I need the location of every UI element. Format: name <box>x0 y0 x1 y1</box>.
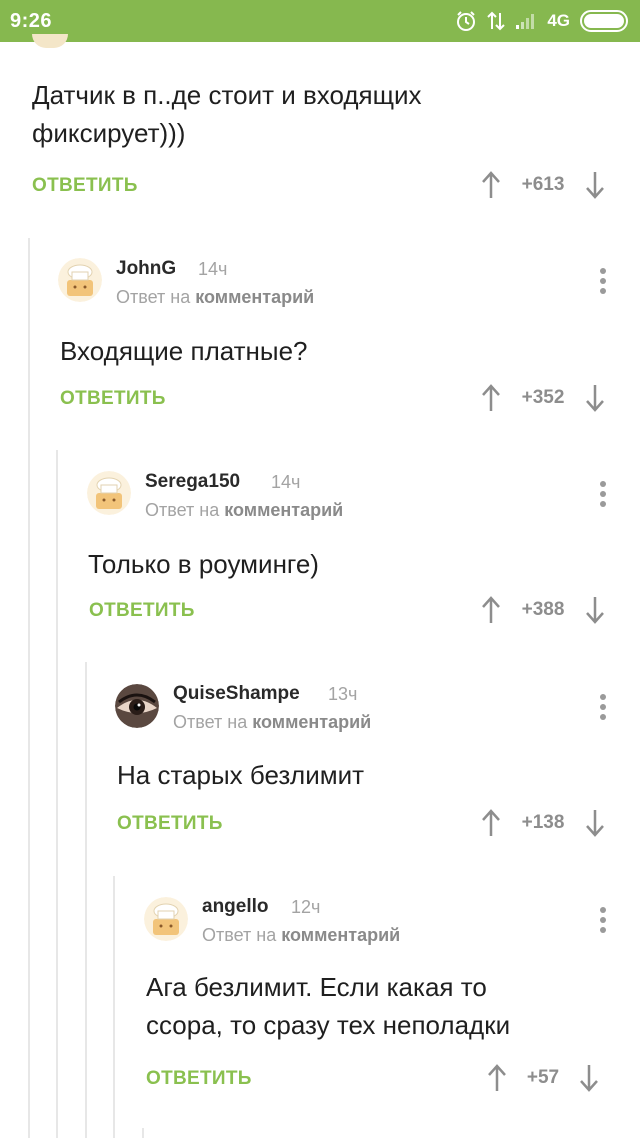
upvote-arrow-icon[interactable] <box>480 383 502 413</box>
downvote-arrow-icon[interactable] <box>584 170 606 200</box>
more-options-icon[interactable] <box>593 479 613 509</box>
alarm-icon <box>455 10 477 32</box>
thread-line <box>85 662 87 1138</box>
reply-button[interactable]: ОТВЕТИТЬ <box>146 1068 252 1090</box>
status-time: 9:26 <box>10 9 53 32</box>
avatar[interactable] <box>32 34 68 48</box>
comment-username[interactable]: JohnG <box>116 258 176 280</box>
downvote-arrow-icon[interactable] <box>584 383 606 413</box>
chef-hat-avatar-icon <box>58 258 102 302</box>
signal-icon <box>515 12 537 30</box>
comment-text: Входящие платные? <box>60 336 308 366</box>
avatar[interactable] <box>115 684 159 728</box>
reply-to-link[interactable]: Ответ на комментарий <box>116 287 314 308</box>
comment-time: 14ч <box>271 472 301 492</box>
downvote-arrow-icon[interactable] <box>578 1063 600 1093</box>
comment-score: +613 <box>521 174 565 195</box>
avatar[interactable] <box>87 471 131 515</box>
comment-text: Ага безлимит. Если какая то ссора, то ср… <box>146 972 511 1040</box>
avatar[interactable] <box>144 897 188 941</box>
thread-line <box>28 238 30 1138</box>
comment-time: 14ч <box>198 259 228 279</box>
avatar[interactable] <box>58 258 102 302</box>
vote-controls: +352 <box>480 383 606 413</box>
vote-controls: +57 <box>486 1063 600 1093</box>
comment-score: +388 <box>521 599 565 620</box>
status-bar: 9:26 4G <box>0 0 640 42</box>
upvote-arrow-icon[interactable] <box>480 808 502 838</box>
downvote-arrow-icon[interactable] <box>584 595 606 625</box>
upvote-arrow-icon[interactable] <box>480 170 502 200</box>
comment-score: +352 <box>521 387 565 408</box>
upvote-arrow-icon[interactable] <box>486 1063 508 1093</box>
data-transfer-icon <box>487 11 506 31</box>
reply-button[interactable]: ОТВЕТИТЬ <box>89 600 195 622</box>
reply-button[interactable]: ОТВЕТИТЬ <box>60 388 166 410</box>
thread-line <box>142 1128 144 1138</box>
reply-to-link[interactable]: Ответ на комментарий <box>173 712 371 733</box>
thread-line <box>113 876 115 1138</box>
network-type: 4G <box>547 11 570 30</box>
comment-username[interactable]: QuiseShampe <box>173 683 300 705</box>
comment-username[interactable]: angello <box>202 896 269 918</box>
reply-button[interactable]: ОТВЕТИТЬ <box>117 813 223 835</box>
eye-photo-avatar-icon <box>115 684 159 728</box>
thread-line <box>56 450 58 1138</box>
comment-score: +57 <box>526 1067 560 1088</box>
vote-controls: +613 <box>480 170 606 200</box>
comment-time: 13ч <box>328 684 358 704</box>
chef-hat-avatar-icon <box>144 897 188 941</box>
comment-time: 12ч <box>291 897 321 917</box>
more-options-icon[interactable] <box>593 266 613 296</box>
chef-hat-avatar-icon <box>87 471 131 515</box>
comment-text: На старых безлимит <box>117 760 365 790</box>
comment-text: Датчик в п..де стоит и входящих фиксируе… <box>32 80 422 148</box>
comment-score: +138 <box>521 812 565 833</box>
reply-to-link[interactable]: Ответ на комментарий <box>202 925 400 946</box>
vote-controls: +388 <box>480 595 606 625</box>
status-icons: 4G <box>455 10 628 32</box>
reply-button[interactable]: ОТВЕТИТЬ <box>32 175 138 197</box>
downvote-arrow-icon[interactable] <box>584 808 606 838</box>
comment-text: Только в роуминге) <box>88 549 319 579</box>
more-options-icon[interactable] <box>593 905 613 935</box>
comment-username[interactable]: Serega150 <box>145 471 240 493</box>
reply-to-link[interactable]: Ответ на комментарий <box>145 500 343 521</box>
vote-controls: +138 <box>480 808 606 838</box>
upvote-arrow-icon[interactable] <box>480 595 502 625</box>
more-options-icon[interactable] <box>593 692 613 722</box>
battery-icon <box>580 10 628 32</box>
